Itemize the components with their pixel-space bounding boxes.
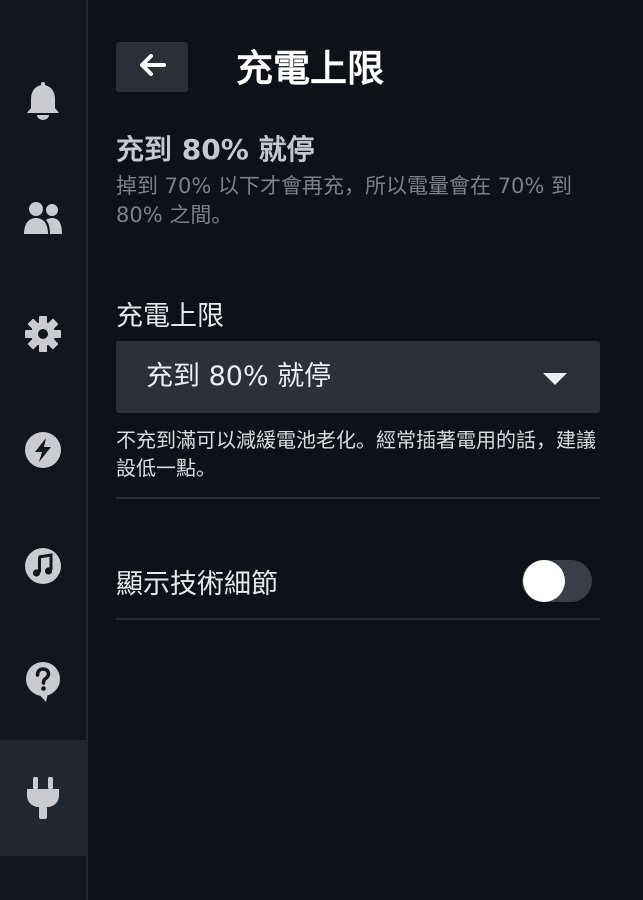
- sidebar: [0, 0, 88, 900]
- help-icon: [24, 660, 62, 704]
- lightning-icon: [24, 431, 62, 469]
- summary-title: 充到 80% 就停: [116, 133, 315, 166]
- gear-icon: [24, 315, 62, 353]
- charge-limit-dropdown[interactable]: 充到 80% 就停: [116, 341, 600, 413]
- sidebar-item-friends[interactable]: [0, 160, 86, 276]
- sidebar-item-settings[interactable]: [0, 276, 86, 392]
- sidebar-item-notifications[interactable]: [0, 44, 86, 160]
- charge-limit-selected-value: 充到 80% 就停: [146, 361, 332, 392]
- bell-icon: [25, 82, 61, 122]
- chevron-down-icon: [542, 371, 568, 390]
- technical-details-toggle[interactable]: [522, 560, 592, 602]
- charge-limit-label: 充電上限: [116, 301, 224, 332]
- back-button[interactable]: [116, 42, 188, 92]
- divider: [116, 497, 600, 499]
- page-title: 充電上限: [236, 47, 384, 90]
- main-panel: 充電上限 充到 80% 就停 掉到 70% 以下才會再充，所以電量會在 70% …: [116, 0, 600, 900]
- plug-icon: [26, 776, 60, 820]
- friends-icon: [22, 200, 64, 236]
- sidebar-item-music[interactable]: [0, 508, 86, 624]
- sidebar-item-performance[interactable]: [0, 392, 86, 508]
- summary-description: 掉到 70% 以下才會再充，所以電量會在 70% 到 80% 之間。: [116, 174, 573, 227]
- divider: [116, 618, 600, 620]
- sidebar-item-help[interactable]: [0, 624, 86, 740]
- toggle-knob: [523, 560, 565, 602]
- charge-limit-help: 不充到滿可以減緩電池老化。經常插著電用的話，建議設低一點。: [116, 428, 596, 480]
- sidebar-item-power[interactable]: [0, 740, 86, 856]
- arrow-left-icon: [138, 53, 166, 81]
- music-icon: [24, 547, 62, 585]
- technical-details-label: 顯示技術細節: [116, 569, 278, 600]
